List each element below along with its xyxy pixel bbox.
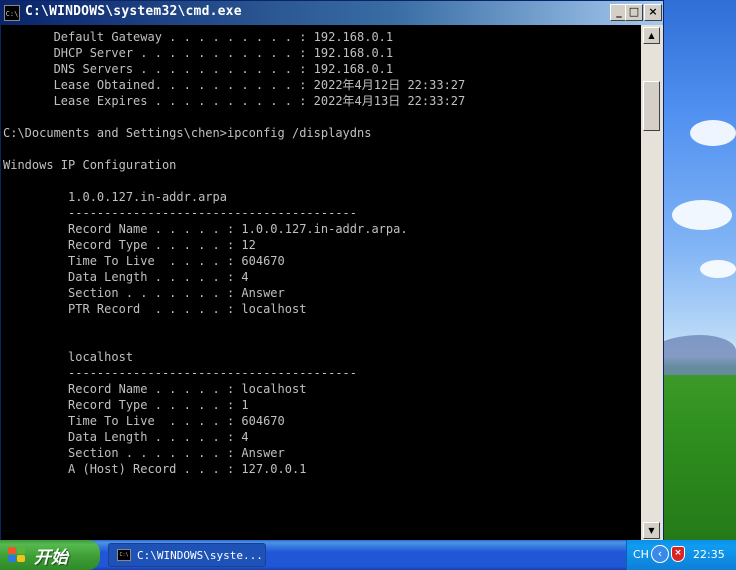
windows-flag-icon [8,547,26,563]
console-line: ---------------------------------------- [3,206,358,220]
console-line: localhost [3,350,134,364]
console-line: Section . . . . . . . : Answer [3,286,285,300]
cmd-window[interactable]: C:\ C:\WINDOWS\system32\cmd.exe _ □ × De… [0,0,664,542]
show-hidden-icons-chevron-icon[interactable]: ‹ [651,545,669,563]
cloud [672,200,732,230]
console-line: Record Type . . . . . : 1 [3,398,249,412]
scroll-up-arrow-icon[interactable]: ▲ [643,27,660,44]
console-line: DHCP Server . . . . . . . . . . . : 192.… [3,46,394,60]
taskbar-button-cmd[interactable]: C:\ C:\WINDOWS\syste... [108,543,266,567]
maximize-button[interactable]: □ [625,4,643,21]
console-line: 1.0.0.127.in-addr.arpa [3,190,227,204]
console-line: Time To Live . . . . : 604670 [3,254,285,268]
start-label: 开始 [34,548,68,568]
console-line: Record Type . . . . . : 12 [3,238,256,252]
console-line: A (Host) Record . . . : 127.0.0.1 [3,462,307,476]
console-line: PTR Record . . . . . : localhost [3,302,307,316]
window-titlebar[interactable]: C:\ C:\WINDOWS\system32\cmd.exe _ □ × [1,1,663,25]
console-line: Windows IP Configuration [3,158,177,172]
console-line: Lease Expires . . . . . . . . . . : 2022… [3,94,466,108]
console-line: Section . . . . . . . : Answer [3,446,285,460]
console-output[interactable]: Default Gateway . . . . . . . . . : 192.… [1,25,641,541]
taskbar-button-label: C:\WINDOWS\syste... [137,549,263,562]
system-tray: CH ‹ × 22:35 [626,540,736,570]
console-lines: Default Gateway . . . . . . . . . : 192.… [3,29,465,541]
console-line: Record Name . . . . . : localhost [3,382,307,396]
console-line: Time To Live . . . . : 604670 [3,414,285,428]
start-button[interactable]: 开始 [0,540,100,570]
console-icon[interactable]: C:\ [4,5,20,21]
security-shield-icon[interactable]: × [671,546,685,562]
console-line: Lease Obtained. . . . . . . . . . : 2022… [3,78,466,92]
console-line: Default Gateway . . . . . . . . . : 192.… [3,30,394,44]
taskbar: 开始 C:\ C:\WINDOWS\syste... CH ‹ × 22:35 [0,540,736,570]
window-title: C:\WINDOWS\system32\cmd.exe [25,4,242,19]
console-icon: C:\ [117,549,131,561]
console-line: Data Length . . . . . : 4 [3,430,249,444]
scroll-down-arrow-icon[interactable]: ▼ [643,522,660,539]
clock[interactable]: 22:35 [693,548,725,561]
close-button[interactable]: × [644,4,662,21]
scrollbar-thumb[interactable] [643,81,660,131]
cloud [700,260,736,278]
console-line: DNS Servers . . . . . . . . . . . : 192.… [3,62,394,76]
console-line: Record Name . . . . . : 1.0.0.127.in-add… [3,222,408,236]
language-indicator[interactable]: CH [633,548,649,561]
console-line: Data Length . . . . . : 4 [3,270,249,284]
vertical-scrollbar[interactable]: ▲ ▼ [641,25,663,541]
cloud [690,120,736,146]
console-line: C:\Documents and Settings\chen>ipconfig … [3,126,372,140]
console-line: ---------------------------------------- [3,366,358,380]
